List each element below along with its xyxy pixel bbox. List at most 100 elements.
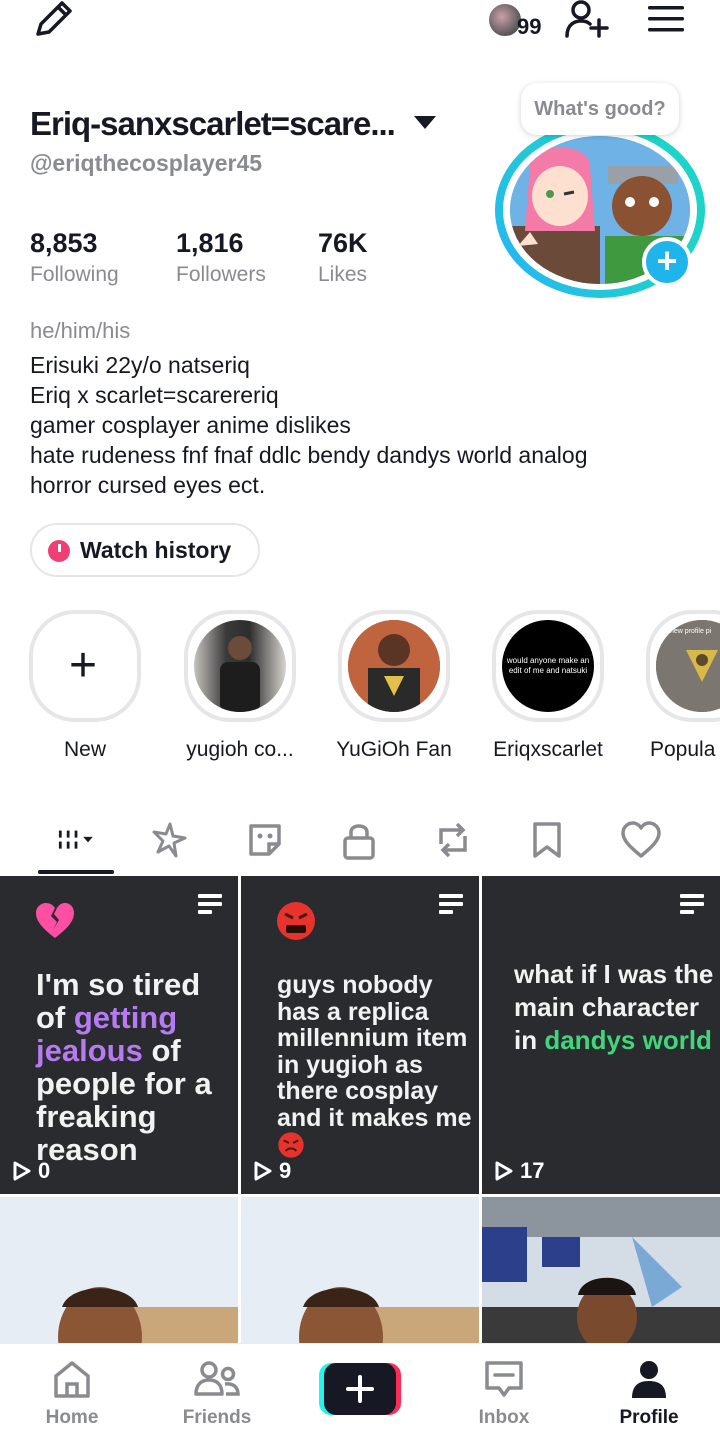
nav-home[interactable]: Home: [17, 1358, 127, 1429]
angry-face-icon: [278, 1132, 304, 1158]
plus-icon: +: [69, 639, 98, 692]
highlight-item[interactable]: would anyone make an edit of me and nats…: [492, 610, 604, 761]
create-plus-button[interactable]: [319, 1363, 401, 1415]
following-count: 8,853: [30, 228, 98, 258]
highlight-label: Popula: [650, 738, 716, 761]
bio: Erisuki 22y/o natseriq Eriq x scarlet=sc…: [30, 350, 700, 500]
highlight-thumb-text: would anyone make an edit of me and nats…: [506, 656, 590, 675]
likes-count: 76K: [318, 228, 368, 258]
view-count-value: 0: [38, 1158, 51, 1183]
highlight-circle: would anyone make an edit of me and nats…: [492, 610, 604, 722]
highlight-thumb-text: new profile pi: [670, 628, 712, 635]
story-highlights: + New yugioh co... YuGiOh Fan would anyo…: [0, 610, 720, 770]
text-post-icon: [680, 894, 704, 914]
nav-friends[interactable]: Friends: [162, 1358, 272, 1429]
video-post-thumbnail[interactable]: [482, 1197, 720, 1348]
highlight-label: YuGiOh Fan: [336, 738, 452, 761]
account-dropdown-caret-icon[interactable]: [414, 116, 436, 129]
highlight-thumbnail: [194, 620, 286, 712]
angry-face-icon: [277, 902, 315, 940]
likes-label: Likes: [318, 263, 368, 286]
highlight-circle: new profile pi: [646, 610, 720, 722]
highlight-circle: [338, 610, 450, 722]
videos-grid-icon[interactable]: [55, 818, 99, 862]
bio-line: Erisuki 22y/o natseriq: [30, 352, 250, 378]
view-count: 9: [253, 1158, 291, 1184]
nav-label: Home: [45, 1407, 99, 1428]
video-post[interactable]: what if I was the main character in dand…: [482, 876, 720, 1194]
status-bubble[interactable]: What's good?: [521, 83, 679, 135]
hamburger-menu-icon[interactable]: [646, 4, 686, 34]
sparkle-icon[interactable]: [148, 818, 192, 862]
watch-history-label: Watch history: [80, 537, 232, 563]
profile-tabs: [0, 810, 720, 876]
video-post-thumbnail[interactable]: [0, 1197, 238, 1348]
bio-line: horror cursed eyes ect.: [30, 472, 266, 498]
home-icon: [54, 1361, 90, 1398]
edit-pencil-icon[interactable]: [32, 0, 76, 38]
play-icon: [13, 1161, 31, 1181]
watch-history-button[interactable]: Watch history: [30, 523, 260, 577]
video-post-thumbnail[interactable]: [241, 1197, 479, 1348]
highlight-label: New: [63, 738, 106, 761]
followers-count: 1,816: [176, 228, 244, 258]
post-caption: I'm so tired of getting jealous of peopl…: [36, 968, 232, 1166]
nav-profile[interactable]: Profile: [594, 1358, 704, 1429]
highlight-thumbnail: new profile pi: [656, 620, 720, 712]
view-count-value: 9: [279, 1158, 292, 1183]
view-count-value: 17: [520, 1158, 545, 1183]
video-post[interactable]: guys nobody has a replica millennium ite…: [241, 876, 479, 1194]
nav-label: Profile: [619, 1407, 679, 1428]
post-caption: guys nobody has a replica millennium ite…: [277, 972, 473, 1160]
view-count: 17: [494, 1158, 544, 1184]
highlight-circle: [184, 610, 296, 722]
caption-text: guys nobody has a replica millennium ite…: [277, 971, 472, 1132]
clock-icon: [48, 540, 70, 562]
nav-inbox[interactable]: Inbox: [449, 1358, 559, 1429]
highlight-item[interactable]: YuGiOh Fan: [336, 610, 452, 761]
caption-highlight: dandys world: [544, 1025, 712, 1055]
highlight-item[interactable]: yugioh co...: [184, 610, 296, 761]
bio-line: gamer cosplayer anime dislikes: [30, 412, 351, 438]
lock-icon[interactable]: [337, 818, 381, 862]
followers-label: Followers: [176, 263, 266, 286]
stat-followers[interactable]: 1,816 Followers: [176, 228, 266, 287]
highlight-thumbnail: [348, 620, 440, 712]
text-post-icon: [439, 894, 463, 914]
post-caption: what if I was the main character in dand…: [514, 958, 714, 1057]
video-post[interactable]: I'm so tired of getting jealous of peopl…: [0, 876, 238, 1194]
add-story-plus-icon[interactable]: +: [642, 237, 692, 287]
following-label: Following: [30, 263, 119, 286]
highlight-thumbnail: would anyone make an edit of me and nats…: [502, 620, 594, 712]
nav-label: Inbox: [478, 1407, 530, 1428]
profile-handle: @eriqthecosplayer45: [30, 150, 263, 176]
repost-icon[interactable]: [431, 818, 475, 862]
view-count: 0: [12, 1158, 50, 1184]
display-name: Eriq-sanxscarlet=scare...: [30, 105, 396, 142]
highlight-circle: +: [29, 610, 141, 722]
bio-line: hate rudeness fnf fnaf ddlc bendy dandys…: [30, 442, 588, 468]
profile-icon: [632, 1361, 666, 1398]
stat-following[interactable]: 8,853 Following: [30, 228, 119, 287]
highlight-label: Eriqxscarlet: [493, 738, 603, 761]
bio-line: Eriq x scarlet=scarereriq: [30, 382, 279, 408]
bottom-navigation: Home Friends Inbox Profile: [0, 1343, 720, 1448]
play-icon: [495, 1161, 513, 1181]
add-user-icon[interactable]: [563, 0, 611, 40]
text-post-icon: [198, 894, 222, 914]
notification-count: 99: [517, 14, 542, 39]
active-tab-indicator: [38, 870, 114, 874]
stat-likes[interactable]: 76K Likes: [318, 228, 368, 287]
highlight-new[interactable]: + New: [29, 610, 141, 761]
nav-label: Friends: [182, 1407, 252, 1428]
highlight-label: yugioh co...: [186, 738, 294, 761]
heart-icon[interactable]: [619, 818, 663, 862]
bookmark-icon[interactable]: [525, 818, 569, 862]
top-bar: 99: [0, 0, 720, 70]
highlight-item[interactable]: new profile pi Popula: [646, 610, 720, 761]
sticker-icon[interactable]: [243, 818, 287, 862]
play-icon: [254, 1161, 272, 1181]
broken-heart-icon: [36, 903, 74, 938]
friends-icon: [194, 1361, 240, 1396]
inbox-icon: [485, 1361, 523, 1397]
